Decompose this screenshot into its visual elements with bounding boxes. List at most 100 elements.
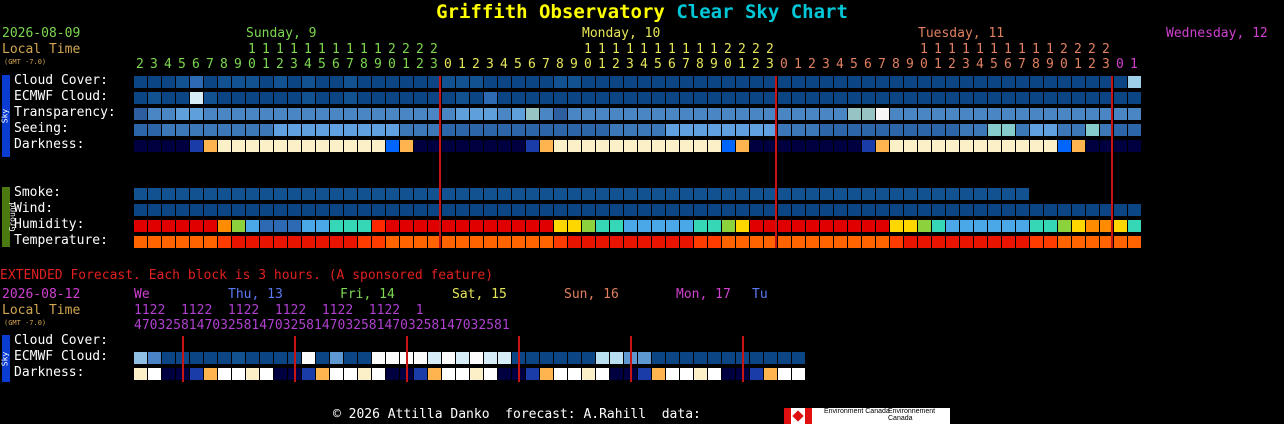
- ext-row-label: Cloud Cover:: [14, 333, 108, 348]
- transparency-row-cell: [176, 108, 189, 120]
- darkness-row-cell: [1016, 140, 1029, 152]
- temperature-row-cell: [470, 236, 483, 248]
- humidity-row-cell: [792, 220, 805, 232]
- temperature-row-cell: [848, 236, 861, 248]
- ext-darkness-row-cell: [470, 368, 483, 380]
- wind-row-cell: [876, 204, 889, 216]
- ext-darkness-row-cell: [428, 368, 441, 380]
- hour-ones-digit: 2: [136, 57, 144, 72]
- wind-row-cell: [260, 204, 273, 216]
- hour-ones-digit: 7: [346, 57, 354, 72]
- ecmwf-cloud-row-cell: [918, 92, 931, 104]
- hour-ones-digit: 5: [178, 57, 186, 72]
- smoke-row-cell: [722, 188, 735, 200]
- transparency-row-cell: [1086, 108, 1099, 120]
- transparency-row-cell: [400, 108, 413, 120]
- smoke-row-cell: [778, 188, 791, 200]
- wind-row: [0, 204, 1284, 216]
- temperature-row-cell: [260, 236, 273, 248]
- hour-ones-digit: 9: [1046, 57, 1054, 72]
- humidity-row-cell: [932, 220, 945, 232]
- hour-ones-digit: 2: [808, 57, 816, 72]
- ext-darkness-row-cell: [162, 368, 175, 380]
- cloud-cover-row-cell: [442, 76, 455, 88]
- smoke-row-cell: [134, 188, 147, 200]
- seeing-row-cell: [1002, 124, 1015, 136]
- hour-ones-digit: 7: [878, 57, 886, 72]
- wind-row-cell: [316, 204, 329, 216]
- temperature-row-cell: [988, 236, 1001, 248]
- temperature-row-cell: [1058, 236, 1071, 248]
- transparency-row-cell: [890, 108, 903, 120]
- humidity-row-cell: [862, 220, 875, 232]
- cloud-cover-row-cell: [274, 76, 287, 88]
- hour-tens-digit: 1: [374, 42, 382, 57]
- wind-row-cell: [512, 204, 525, 216]
- cloud-cover-row-cell: [1002, 76, 1015, 88]
- ecmwf-cloud-row-cell: [806, 92, 819, 104]
- hour-tens-digit: 1: [654, 42, 662, 57]
- hour-ones-digit: 7: [206, 57, 214, 72]
- smoke-row-cell: [218, 188, 231, 200]
- hour-ones-digit: 4: [500, 57, 508, 72]
- wind-row-cell: [1072, 204, 1085, 216]
- hour-tens-digit: 1: [696, 42, 704, 57]
- seeing-row-cell: [778, 124, 791, 136]
- transparency-row-cell: [484, 108, 497, 120]
- cloud-cover-row-cell: [498, 76, 511, 88]
- ext-darkness-row-cell: [498, 368, 511, 380]
- temperature-row-cell: [680, 236, 693, 248]
- hour-tens-digit: 1: [332, 42, 340, 57]
- darkness-row-cell: [862, 140, 875, 152]
- transparency-row-cell: [568, 108, 581, 120]
- transparency-row-cell: [680, 108, 693, 120]
- darkness-row-cell: [610, 140, 623, 152]
- ecmwf-cloud-row-cell: [246, 92, 259, 104]
- temperature-row-cell: [1114, 236, 1127, 248]
- seeing-row-cell: [1030, 124, 1043, 136]
- temperature-row-cell: [246, 236, 259, 248]
- transparency-row-cell: [232, 108, 245, 120]
- hour-ones-digit: 0: [248, 57, 256, 72]
- hour-ones-digit: 0: [780, 57, 788, 72]
- darkness-row-cell: [960, 140, 973, 152]
- cloud-cover-row-cell: [1030, 76, 1043, 88]
- humidity-row-cell: [470, 220, 483, 232]
- humidity-row-cell: [694, 220, 707, 232]
- ecmwf-cloud-row-cell: [218, 92, 231, 104]
- environment-canada-logo[interactable]: Environment Canada Environnement Canada: [784, 408, 950, 424]
- ecmwf-cloud-row-cell: [960, 92, 973, 104]
- darkness-row-cell: [540, 140, 553, 152]
- darkness-row-cell: [302, 140, 315, 152]
- seeing-row-cell: [1044, 124, 1057, 136]
- ecmwf-cloud-row-cell: [568, 92, 581, 104]
- transparency-row-cell: [750, 108, 763, 120]
- ecmwf-cloud-row-cell: [1002, 92, 1015, 104]
- smoke-row-cell: [554, 188, 567, 200]
- ecmwf-cloud-row-cell: [722, 92, 735, 104]
- seeing-row-cell: [820, 124, 833, 136]
- ecmwf-cloud-row-cell: [358, 92, 371, 104]
- ecmwf-cloud-row-cell: [708, 92, 721, 104]
- seeing-row-cell: [1016, 124, 1029, 136]
- hour-tens-digit: 1: [598, 42, 606, 57]
- seeing-row-cell: [1058, 124, 1071, 136]
- humidity-row-cell: [736, 220, 749, 232]
- wind-row-cell: [414, 204, 427, 216]
- wind-row-cell: [778, 204, 791, 216]
- wind-row-cell: [610, 204, 623, 216]
- seeing-row-cell: [1114, 124, 1127, 136]
- transparency-row-cell: [1030, 108, 1043, 120]
- smoke-row-cell: [302, 188, 315, 200]
- wind-row-cell: [820, 204, 833, 216]
- ext-darkness-row-cell: [148, 368, 161, 380]
- hour-tens-digit: 2: [416, 42, 424, 57]
- humidity-row-cell: [582, 220, 595, 232]
- humidity-row-cell: [918, 220, 931, 232]
- humidity-row-cell: [946, 220, 959, 232]
- darkness-row-cell: [736, 140, 749, 152]
- smoke-row-cell: [1016, 188, 1029, 200]
- temperature-row-cell: [1086, 236, 1099, 248]
- ecmwf-cloud-row-cell: [736, 92, 749, 104]
- hour-tens-digit: 2: [1074, 42, 1082, 57]
